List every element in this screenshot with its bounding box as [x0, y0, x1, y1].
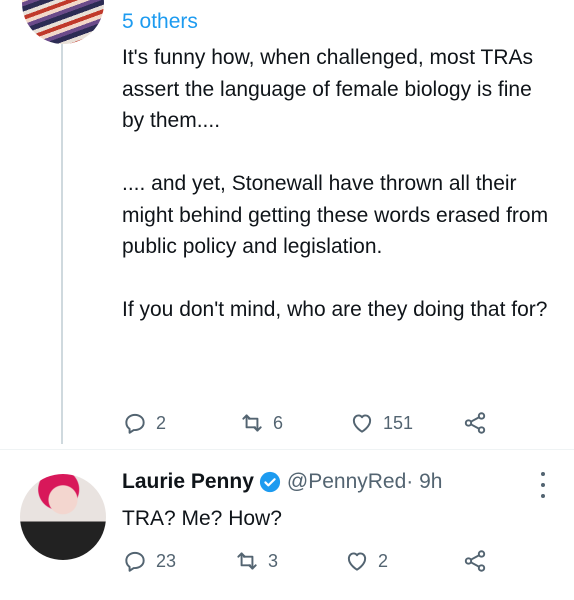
share-button[interactable] — [462, 410, 488, 436]
share-icon — [464, 412, 486, 434]
verified-icon — [259, 471, 280, 493]
share-button[interactable] — [462, 548, 488, 574]
like-button[interactable]: 151 — [349, 410, 413, 436]
retweet-icon — [242, 414, 262, 432]
reply-button[interactable]: 23 — [122, 548, 176, 574]
reply-icon — [125, 551, 145, 572]
retweet-button[interactable]: 3 — [234, 548, 278, 574]
thread-line — [61, 44, 63, 444]
retweet-count: 3 — [268, 550, 279, 571]
reply-button[interactable]: 2 — [122, 410, 166, 436]
reply-count: 23 — [156, 550, 177, 571]
reply-icon — [125, 413, 145, 434]
retweet-button[interactable]: 6 — [239, 410, 283, 436]
tweet-time[interactable]: · 9h — [406, 470, 442, 494]
author-handle[interactable]: @PennyRed — [287, 470, 406, 494]
like-count: 151 — [383, 412, 414, 433]
like-icon — [352, 414, 372, 433]
retweet-count: 6 — [273, 412, 284, 433]
divider — [0, 449, 574, 450]
like-icon — [347, 552, 367, 571]
more-icon[interactable] — [533, 472, 553, 498]
like-count: 2 — [378, 550, 389, 571]
like-button[interactable]: 2 — [344, 548, 388, 574]
reply-text: TRA? Me? How? — [122, 507, 282, 530]
avatar[interactable] — [22, 0, 104, 44]
share-icon — [464, 550, 486, 572]
author-name[interactable]: Laurie Penny — [122, 470, 254, 494]
avatar[interactable] — [20, 474, 106, 560]
others-link[interactable]: 5 others — [122, 10, 198, 34]
reply-count: 2 — [156, 412, 167, 433]
tweet-text: It's funny how, when challenged, most TR… — [122, 46, 549, 321]
retweet-icon — [237, 552, 257, 570]
author-row: Laurie Penny @PennyRed · 9h — [122, 470, 442, 494]
